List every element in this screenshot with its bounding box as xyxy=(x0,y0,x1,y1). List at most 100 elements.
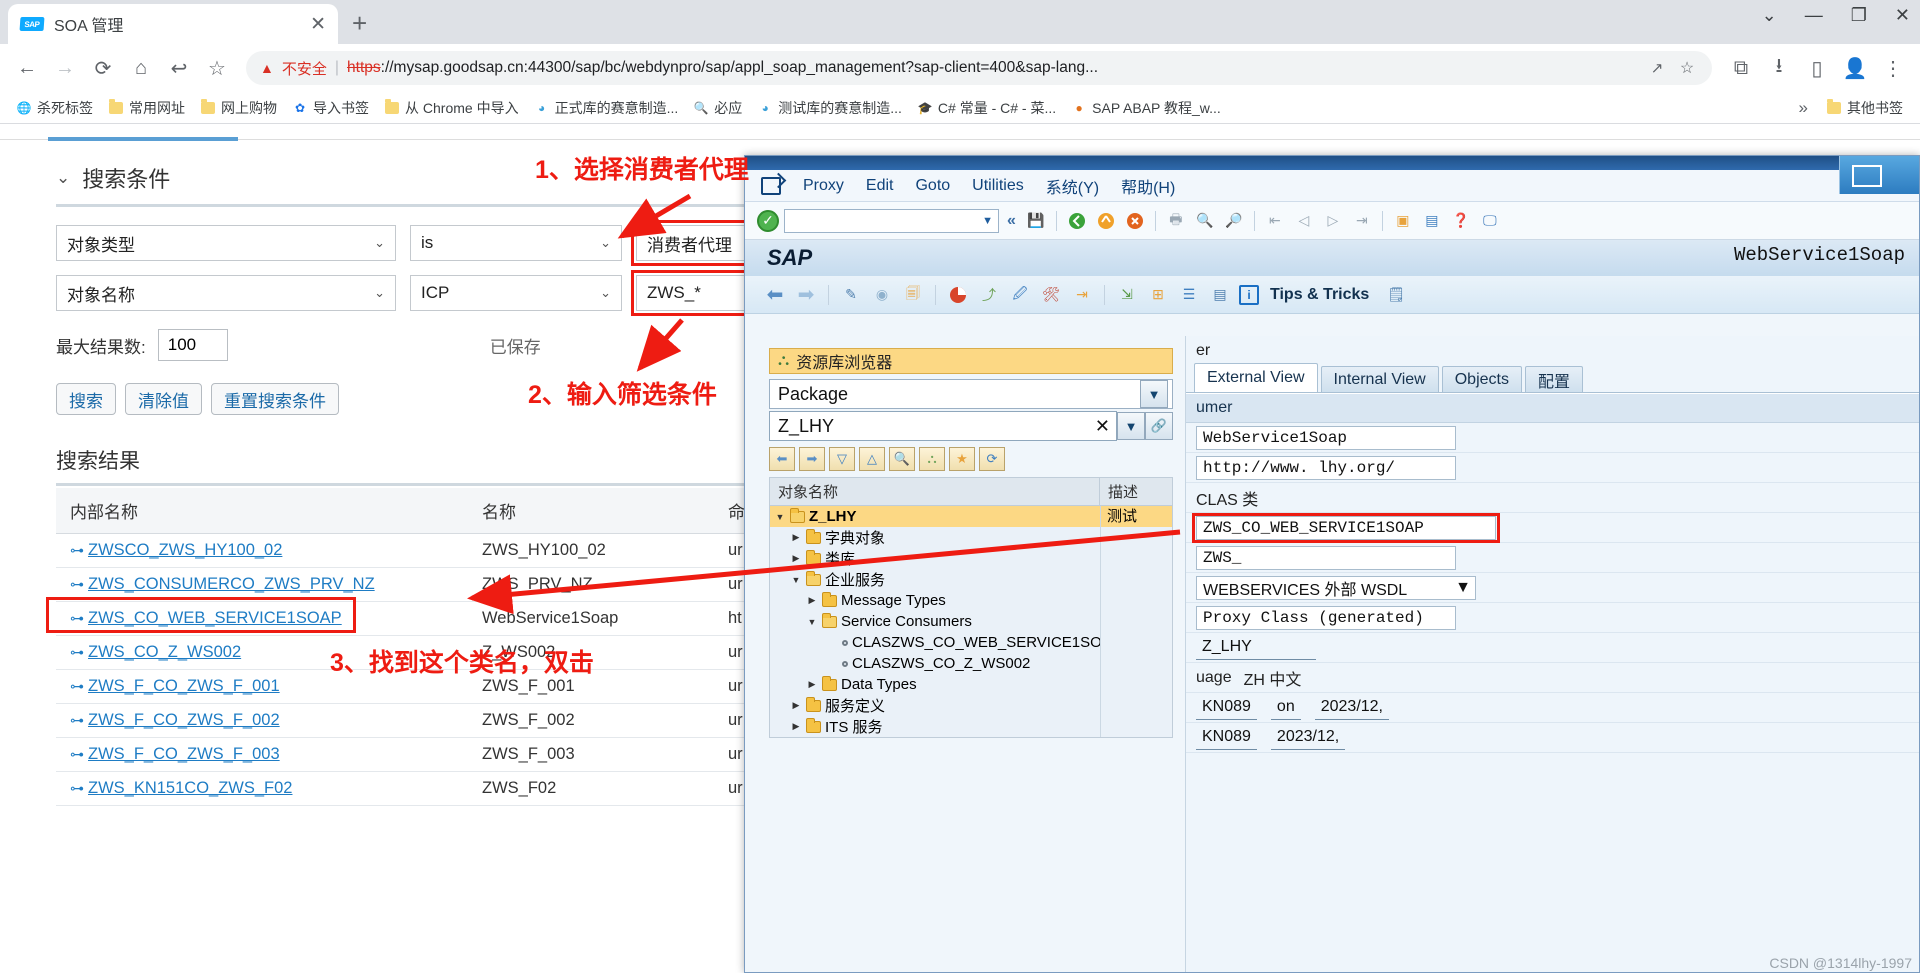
info-icon[interactable]: i xyxy=(1239,284,1259,305)
cell-internal-name[interactable]: ⊶ ZWS_F_CO_ZWS_F_003 xyxy=(56,737,468,772)
column-header-internal-name[interactable]: 内部名称 xyxy=(56,488,468,534)
object-type-operator-select[interactable]: is ⌄ xyxy=(410,225,622,261)
tree-node[interactable]: ▼ Service Consumers xyxy=(770,611,1172,632)
max-results-input[interactable]: 100 xyxy=(157,329,228,361)
display-change-icon[interactable]: ✎ xyxy=(839,283,863,307)
tree-node[interactable]: ▶ ITS 服务 xyxy=(770,716,1172,737)
internal-name-link[interactable]: ZWS_CO_WEB_SERVICE1SOAP xyxy=(88,609,342,627)
bookmark-item[interactable]: ● SAP ABAP 教程_w... xyxy=(1065,95,1228,121)
collapse-toolbar-icon[interactable]: « xyxy=(1007,212,1016,230)
detail-field-input[interactable]: ZWS_CO_WEB_SERVICE1SOAP xyxy=(1196,515,1496,540)
customize-layout-icon[interactable]: 🖵 xyxy=(1478,209,1502,233)
favorites-icon[interactable]: ★ xyxy=(949,447,975,471)
detail-field-input[interactable]: http://www. lhy.org/ xyxy=(1196,455,1456,480)
bookmark-item[interactable]: 🎓 C# 常量 - C# - 菜... xyxy=(911,95,1063,121)
chevron-down-icon[interactable]: ⌄ xyxy=(56,168,70,188)
bookmark-star-icon[interactable]: ☆ xyxy=(1676,57,1698,79)
find-icon[interactable]: 🔍 xyxy=(1193,209,1217,233)
save-icon[interactable]: 💾 xyxy=(1024,209,1048,233)
tab-配置[interactable]: 配置 xyxy=(1524,366,1583,392)
history-forward-icon[interactable]: ➡ xyxy=(799,447,825,471)
first-page-icon[interactable]: ⇤ xyxy=(1263,209,1287,233)
twisty-collapsed-icon[interactable]: ▶ xyxy=(806,679,818,690)
chrome-menu-icon[interactable]: ⋮ xyxy=(1876,51,1910,85)
close-tab-icon[interactable]: ✕ xyxy=(310,15,326,34)
tab-internal-view[interactable]: Internal View xyxy=(1320,366,1439,392)
twisty-expanded-icon[interactable]: ▼ xyxy=(774,512,786,522)
hierarchy-icon[interactable]: ⤴ xyxy=(977,283,1001,307)
test-icon[interactable]: 🛠 xyxy=(1039,283,1063,307)
chevron-down-icon[interactable]: ▼ xyxy=(1140,380,1168,408)
detail-field-input[interactable]: WebService1Soap xyxy=(1196,425,1456,450)
detail-field-input[interactable]: Z_LHY xyxy=(1196,636,1316,660)
find-icon[interactable]: 🔍 xyxy=(889,447,915,471)
create-session-icon[interactable]: ▣ xyxy=(1391,209,1415,233)
link-icon[interactable]: 🔗 xyxy=(1145,412,1173,440)
history-back-icon[interactable]: ⬅ xyxy=(769,447,795,471)
tree-node[interactable]: CLASZWS_CO_Z_WS002 xyxy=(770,653,1172,674)
cell-internal-name[interactable]: ⊶ ZWS_CONSUMERCO_ZWS_PRV_NZ xyxy=(56,567,468,602)
object-name-operator-select[interactable]: ICP ⌄ xyxy=(410,275,622,311)
window-expand-icon[interactable]: ⌄ xyxy=(1762,6,1777,24)
menu-item-proxy[interactable]: Proxy xyxy=(803,177,844,195)
tree-node[interactable]: ▼ 企业服务 xyxy=(770,569,1172,590)
detail-field-input[interactable]: Proxy Class (generated) xyxy=(1196,605,1456,630)
chevron-down-icon[interactable]: ▼ xyxy=(1455,579,1471,597)
bookmark-item[interactable]: 网上购物 xyxy=(194,95,284,121)
tree-node[interactable]: ▶ 类库 xyxy=(770,548,1172,569)
last-page-icon[interactable]: ⇥ xyxy=(1350,209,1374,233)
add-to-favorites-icon[interactable]: ⛬ xyxy=(919,447,945,471)
browser-tab[interactable]: SAP SOA 管理 ✕ xyxy=(8,4,338,44)
profile-icon[interactable]: 👤 xyxy=(1838,51,1872,85)
internal-name-link[interactable]: ZWS_CONSUMERCO_ZWS_PRV_NZ xyxy=(88,575,375,593)
internal-name-link[interactable]: ZWS_F_CO_ZWS_F_002 xyxy=(88,711,280,729)
window-close-icon[interactable]: ✕ xyxy=(1895,6,1910,24)
twisty-expanded-icon[interactable]: ▼ xyxy=(806,617,818,627)
tree-node[interactable]: ▼ Z_LHY 测试 xyxy=(770,506,1172,527)
menu-item-system[interactable]: 系统(Y) xyxy=(1046,174,1099,198)
cell-internal-name[interactable]: ⊶ ZWSCO_ZWS_HY100_02 xyxy=(56,533,468,568)
nav-back-icon[interactable]: ⬅ xyxy=(763,283,787,307)
tree-node[interactable]: ▶ 服务定义 xyxy=(770,695,1172,716)
internal-name-link[interactable]: ZWSCO_ZWS_HY100_02 xyxy=(88,541,282,559)
menu-item-edit[interactable]: Edit xyxy=(866,177,894,195)
internal-name-link[interactable]: ZWS_F_CO_ZWS_F_001 xyxy=(88,677,280,695)
sap-title-bar[interactable] xyxy=(745,156,1919,194)
not-secure-label[interactable]: 不安全 xyxy=(282,58,327,79)
cancel-icon[interactable] xyxy=(1123,209,1147,233)
next-page-icon[interactable]: ▷ xyxy=(1321,209,1345,233)
where-used-icon[interactable]: ◉ xyxy=(870,283,894,307)
bookmark-item[interactable]: ✿ 导入书签 xyxy=(286,95,376,121)
twisty-collapsed-icon[interactable]: ▶ xyxy=(790,553,802,564)
new-tab-button[interactable]: + xyxy=(352,10,367,36)
help-icon[interactable]: ❓ xyxy=(1449,209,1473,233)
address-bar[interactable]: ▲ 不安全 | https://mysap.goodsap.cn:44300/s… xyxy=(246,51,1712,85)
chevron-down-icon[interactable]: ▼ xyxy=(982,215,993,227)
internal-name-link[interactable]: ZWS_CO_Z_WS002 xyxy=(88,643,241,661)
twisty-collapsed-icon[interactable]: ▶ xyxy=(790,532,802,543)
find-next-icon[interactable]: 🔎 xyxy=(1222,209,1246,233)
refresh-icon[interactable]: ⟳ xyxy=(979,447,1005,471)
detail-field-input[interactable]: ZWS_ xyxy=(1196,545,1456,570)
forward-icon[interactable]: → xyxy=(48,51,82,85)
sap-window-restore-icon[interactable] xyxy=(1839,156,1919,194)
side-panel-icon[interactable]: ▯ xyxy=(1800,51,1834,85)
list-icon[interactable]: ▤ xyxy=(1208,283,1232,307)
expand-all-icon[interactable]: ▽ xyxy=(829,447,855,471)
bookmark-item[interactable]: 从 Chrome 中导入 xyxy=(378,95,526,121)
window-minimize-icon[interactable]: — xyxy=(1805,6,1823,24)
undo-icon[interactable]: ↩ xyxy=(162,51,196,85)
tree-node[interactable]: CLASZWS_CO_WEB_SERVICE1SOAP xyxy=(770,632,1172,653)
twisty-collapsed-icon[interactable]: ▶ xyxy=(790,721,802,732)
menu-item-goto[interactable]: Goto xyxy=(915,177,950,195)
tree-node[interactable]: ▶ Data Types xyxy=(770,674,1172,695)
cell-internal-name[interactable]: ⊶ ZWS_F_CO_ZWS_F_002 xyxy=(56,703,468,738)
structure-icon[interactable]: ⊞ xyxy=(1146,283,1170,307)
screenshot-icon[interactable]: ⧉ xyxy=(1724,51,1758,85)
internal-name-link[interactable]: ZWS_KN151CO_ZWS_F02 xyxy=(88,779,292,797)
generate-icon[interactable]: 🖉 xyxy=(1008,283,1032,307)
command-field-input[interactable]: ▼ xyxy=(784,208,999,233)
object-name-field-select[interactable]: 对象名称 ⌄ xyxy=(56,275,396,311)
downloads-icon[interactable]: ⭳ xyxy=(1762,51,1796,85)
bookmark-item[interactable]: ◕ 测试库的赛意制造... xyxy=(751,95,909,121)
